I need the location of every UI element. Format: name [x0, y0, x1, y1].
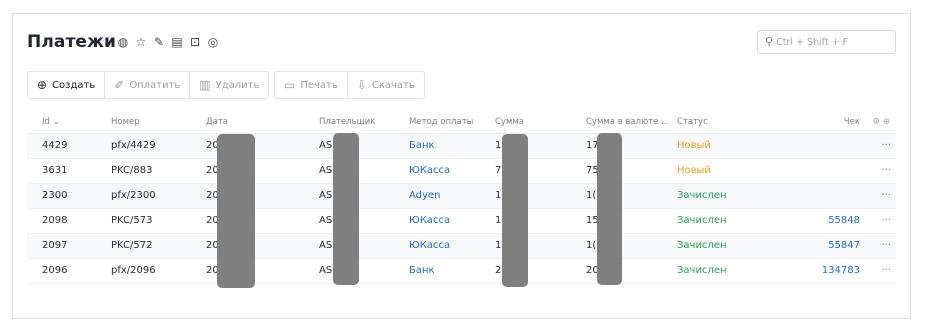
star-icon[interactable]: ☆	[134, 35, 148, 49]
row-more-icon[interactable]: ···	[881, 234, 891, 258]
row-more-icon[interactable]: ···	[881, 259, 891, 283]
cell-id: 2098	[42, 215, 68, 226]
cell-method: ЮКасса	[409, 240, 451, 251]
payments-table: Id ⌄ Номер Дата Плательщик Метод оплаты …	[27, 111, 896, 284]
pin-icon[interactable]: ✎	[152, 35, 166, 49]
col-check[interactable]: Чек	[844, 111, 860, 133]
redaction-bar	[597, 133, 622, 285]
redaction-bar	[502, 134, 528, 287]
delete-button[interactable]: ▥ Удалить	[189, 72, 268, 98]
cell-status: Зачислен	[677, 240, 727, 251]
globe-icon[interactable]: ◍	[116, 35, 130, 49]
export-icon[interactable]: ⊡	[188, 35, 202, 49]
table-row[interactable]: 3631PKC/88320ASIЮКасса7575Новый···	[27, 159, 896, 184]
search-icon: ⚲	[765, 35, 774, 48]
col-status[interactable]: Статус	[677, 111, 708, 133]
cell-status: Зачислен	[677, 190, 727, 201]
pay-button[interactable]: ✐ Оплатить	[104, 72, 189, 98]
toolbar: ⊕ Создать ✐ Оплатить ▥ Удалить	[27, 71, 270, 99]
table-body: 4429pfx/442920ASIБанк1717Новый···3631PKC…	[27, 134, 896, 284]
cell-method: ЮКасса	[409, 215, 451, 226]
page-title: Платежи	[27, 32, 117, 52]
cell-check[interactable]: 134783	[822, 259, 860, 283]
cell-id: 2300	[42, 190, 68, 201]
cell-check[interactable]: 55847	[828, 234, 860, 258]
plus-circle-icon: ⊕	[37, 78, 48, 92]
cell-status: Новый	[677, 140, 711, 151]
cell-id: 2096	[42, 265, 68, 276]
print-button[interactable]: ▭ Печать	[275, 72, 347, 98]
row-more-icon[interactable]: ···	[881, 209, 891, 233]
cell-method: Банк	[409, 265, 435, 276]
cell-number: pfx/4429	[111, 140, 156, 151]
col-id[interactable]: Id ⌄	[42, 111, 60, 133]
cell-method: Adyen	[409, 190, 441, 201]
payments-panel: Платежи ◍ ☆ ✎ ▤ ⊡ ◎ ⚲ Ctrl + Shift + F ⊕ С…	[12, 13, 911, 319]
trash-icon: ▥	[199, 78, 211, 92]
cell-sum-currency: 1(	[586, 240, 597, 251]
col-method[interactable]: Метод оплаты	[409, 111, 473, 133]
cell-number: PKC/572	[111, 240, 153, 251]
col-payer[interactable]: Плательщик	[319, 111, 375, 133]
redaction-bar	[217, 134, 255, 288]
col-sum-currency[interactable]: Сумма в валюте ...	[586, 111, 669, 133]
redaction-bar	[333, 133, 359, 285]
cell-id: 2097	[42, 240, 68, 251]
cell-method: ЮКасса	[409, 165, 451, 176]
row-more-icon[interactable]: ···	[881, 134, 891, 158]
cell-status: Зачислен	[677, 215, 727, 226]
cell-sum-currency: 1(	[586, 190, 597, 201]
column-settings-icon[interactable]: ⚙ ⊕	[873, 111, 890, 133]
col-sum[interactable]: Сумма	[495, 111, 524, 133]
row-more-icon[interactable]: ···	[881, 184, 891, 208]
cell-id: 4429	[42, 140, 68, 151]
cell-id: 3631	[42, 165, 68, 176]
title-icons: ◍ ☆ ✎ ▤ ⊡ ◎	[116, 35, 220, 49]
col-date[interactable]: Дата	[206, 111, 228, 133]
cell-status: Зачислен	[677, 265, 727, 276]
cell-status: Новый	[677, 165, 711, 176]
printer-icon: ▭	[284, 78, 296, 92]
table-header: Id ⌄ Номер Дата Плательщик Метод оплаты …	[27, 111, 896, 134]
download-button[interactable]: ⇩ Скачать	[346, 72, 424, 98]
download-icon: ⇩	[356, 78, 367, 92]
search-input[interactable]: ⚲ Ctrl + Shift + F	[757, 30, 896, 54]
help-icon[interactable]: ◎	[206, 35, 220, 49]
cell-number: pfx/2096	[111, 265, 156, 276]
cell-number: PKC/883	[111, 165, 153, 176]
table-row[interactable]: 2300 pfx/2300 20 ASI Adyen 1(1(Зачислен ···	[27, 184, 896, 209]
pen-icon: ✐	[114, 78, 125, 92]
table-row[interactable]: 4429pfx/442920ASIБанк1717Новый···	[27, 134, 896, 159]
cell-method: Банк	[409, 140, 435, 151]
row-more-icon[interactable]: ···	[881, 159, 891, 183]
table-row[interactable]: 2097 PKC/572 20 ASI ЮКасса 1(1(Зачислен 55847 ·…	[27, 234, 896, 259]
cell-number: pfx/2300	[111, 190, 156, 201]
toolbar-secondary: ▭ Печать ⇩ Скачать	[274, 71, 425, 99]
col-number[interactable]: Номер	[111, 111, 140, 133]
table-row[interactable]: 2096 pfx/2096 20 ASI Банк 2(20 Зачислен 134783 ·…	[27, 259, 896, 284]
cell-number: PKC/573	[111, 215, 153, 226]
document-icon[interactable]: ▤	[170, 35, 184, 49]
create-button[interactable]: ⊕ Создать	[28, 72, 104, 98]
table-row[interactable]: 2098PKC/57320ASIЮКасса1515Зачислен55848·…	[27, 209, 896, 234]
cell-check[interactable]: 55848	[828, 209, 860, 233]
